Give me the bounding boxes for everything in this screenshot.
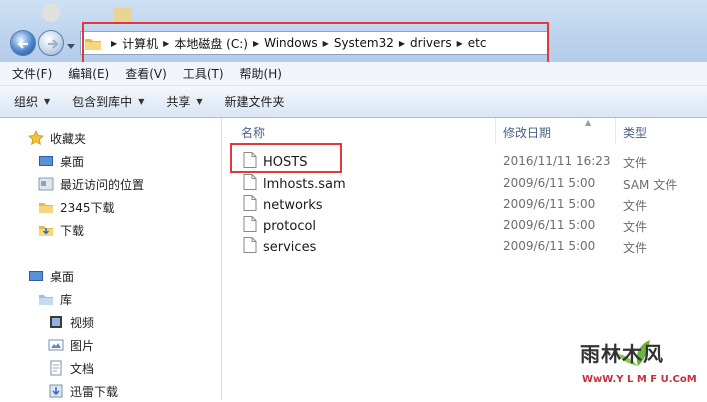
back-button[interactable] (10, 30, 36, 56)
file-type: 文件 (623, 220, 648, 234)
watermark-brand: 雨林木风 (580, 342, 664, 366)
file-icon (243, 237, 257, 257)
new-folder-button[interactable]: 新建文件夹 (225, 93, 285, 110)
file-icon (243, 216, 257, 236)
star-icon (28, 130, 44, 146)
document-icon (48, 360, 64, 376)
desktop-icon (28, 268, 44, 284)
file-date: 2009/6/11 5:00 (503, 239, 596, 253)
file-name: services (263, 239, 317, 255)
nav-documents[interactable]: 文档 (48, 358, 94, 378)
breadcrumb-drivers[interactable]: ▶ drivers (397, 32, 455, 54)
nav-libraries[interactable]: 库 (38, 289, 72, 309)
breadcrumb-computer[interactable]: ▶ 计算机 (109, 32, 161, 54)
file-row[interactable]: protocol 2009/6/11 5:00 文件 (223, 214, 707, 235)
breadcrumb-local-disk[interactable]: ▶ 本地磁盘 (C:) (161, 32, 251, 54)
file-row[interactable]: HOSTS 2016/11/11 16:23 文件 (223, 150, 707, 171)
command-toolbar: 组织 ▼ 包含到库中 ▼ 共享 ▼ 新建文件夹 (0, 86, 707, 118)
nav-recent-places[interactable]: 最近访问的位置 (38, 174, 144, 194)
file-name: protocol (263, 218, 317, 234)
nav-pictures[interactable]: 图片 (48, 335, 94, 355)
include-library-button[interactable]: 包含到库中 ▼ (72, 93, 144, 110)
chevron-right-icon: ▶ (111, 38, 118, 48)
nav-xunlei-downloads[interactable]: 迅雷下载 (48, 381, 118, 401)
chevron-right-icon: ▶ (252, 38, 260, 48)
nav-desktop[interactable]: 桌面 (28, 266, 74, 286)
chevron-right-icon: ▶ (456, 38, 463, 48)
desktop-icon (38, 153, 54, 169)
navigation-pane: 收藏夹 桌面 最近访问的位置 2345下载 下载 桌面 库 视频 图片 文档 迅… (0, 118, 222, 400)
file-icon (243, 152, 257, 172)
file-date: 2009/6/11 5:00 (503, 218, 596, 232)
recent-places-icon (38, 176, 54, 192)
share-button[interactable]: 共享 ▼ (166, 93, 202, 110)
column-header-type[interactable]: 类型 (623, 122, 647, 142)
file-name: HOSTS (263, 154, 308, 170)
menu-bar: 文件(F) 编辑(E) 查看(V) 工具(T) 帮助(H) (0, 62, 707, 86)
nav-2345-downloads[interactable]: 2345下载 (38, 197, 115, 217)
nav-fav-desktop[interactable]: 桌面 (38, 151, 84, 171)
folder-icon (38, 199, 54, 215)
sort-ascending-icon: ▲ (585, 118, 592, 127)
file-date: 2016/11/11 16:23 (503, 154, 611, 168)
chevron-right-icon: ▶ (322, 38, 329, 48)
menu-view[interactable]: 查看(V) (125, 65, 167, 82)
file-icon (243, 174, 257, 194)
file-row[interactable]: networks 2009/6/11 5:00 文件 (223, 193, 707, 214)
address-bar[interactable]: ▶ 计算机 ▶ 本地磁盘 (C:) ▶ Windows ▶ System32 ▶… (80, 31, 548, 55)
breadcrumb-system32[interactable]: ▶ System32 (321, 32, 397, 54)
chevron-down-icon: ▼ (138, 97, 145, 106)
downloads-folder-icon (38, 222, 54, 238)
arrow-right-icon (48, 39, 59, 49)
file-date: 2009/6/11 5:00 (503, 176, 596, 190)
file-type: SAM 文件 (623, 178, 678, 192)
file-date: 2009/6/11 5:00 (503, 197, 596, 211)
folder-icon (85, 37, 101, 50)
file-row[interactable]: lmhosts.sam 2009/6/11 5:00 SAM 文件 (223, 172, 707, 193)
file-name: lmhosts.sam (263, 176, 346, 192)
file-type: 文件 (623, 199, 648, 213)
menu-edit[interactable]: 编辑(E) (68, 65, 109, 82)
chevron-right-icon: ▶ (163, 38, 170, 48)
app-icon (40, 2, 62, 27)
title-bar: ▶ 计算机 ▶ 本地磁盘 (C:) ▶ Windows ▶ System32 ▶… (0, 0, 707, 62)
menu-tools[interactable]: 工具(T) (183, 65, 224, 82)
file-icon (243, 195, 257, 215)
file-name: networks (263, 197, 323, 213)
chevron-down-icon: ▼ (196, 97, 203, 106)
picture-icon (48, 337, 64, 353)
history-dropdown[interactable] (67, 39, 75, 53)
column-header-date[interactable]: 修改日期 (503, 122, 551, 142)
column-divider[interactable] (615, 118, 616, 144)
organize-button[interactable]: 组织 ▼ (14, 93, 50, 110)
nav-downloads[interactable]: 下载 (38, 220, 84, 240)
column-divider[interactable] (495, 118, 496, 144)
forward-button[interactable] (38, 30, 64, 56)
nav-favorites[interactable]: 收藏夹 (28, 128, 86, 148)
file-row[interactable]: services 2009/6/11 5:00 文件 (223, 235, 707, 256)
watermark-logo: 雨林木风 WwW.Y L M F U.CoM (580, 336, 704, 398)
video-icon (48, 314, 64, 330)
downloads-folder-icon (48, 383, 64, 399)
nav-videos[interactable]: 视频 (48, 312, 94, 332)
chevron-down-icon (67, 44, 75, 49)
menu-help[interactable]: 帮助(H) (240, 65, 282, 82)
folder-icon (112, 2, 134, 27)
library-icon (38, 291, 54, 307)
watermark-url: WwW.Y L M F U.CoM (582, 374, 697, 385)
file-type: 文件 (623, 156, 648, 170)
breadcrumb-etc[interactable]: ▶ etc (455, 32, 490, 54)
file-type: 文件 (623, 241, 648, 255)
breadcrumb-windows[interactable]: ▶ Windows (251, 32, 321, 54)
arrow-left-icon (17, 39, 28, 49)
menu-file[interactable]: 文件(F) (12, 65, 52, 82)
chevron-right-icon: ▶ (398, 38, 406, 48)
column-header-name[interactable]: 名称 (241, 122, 265, 142)
chevron-down-icon: ▼ (44, 97, 51, 106)
